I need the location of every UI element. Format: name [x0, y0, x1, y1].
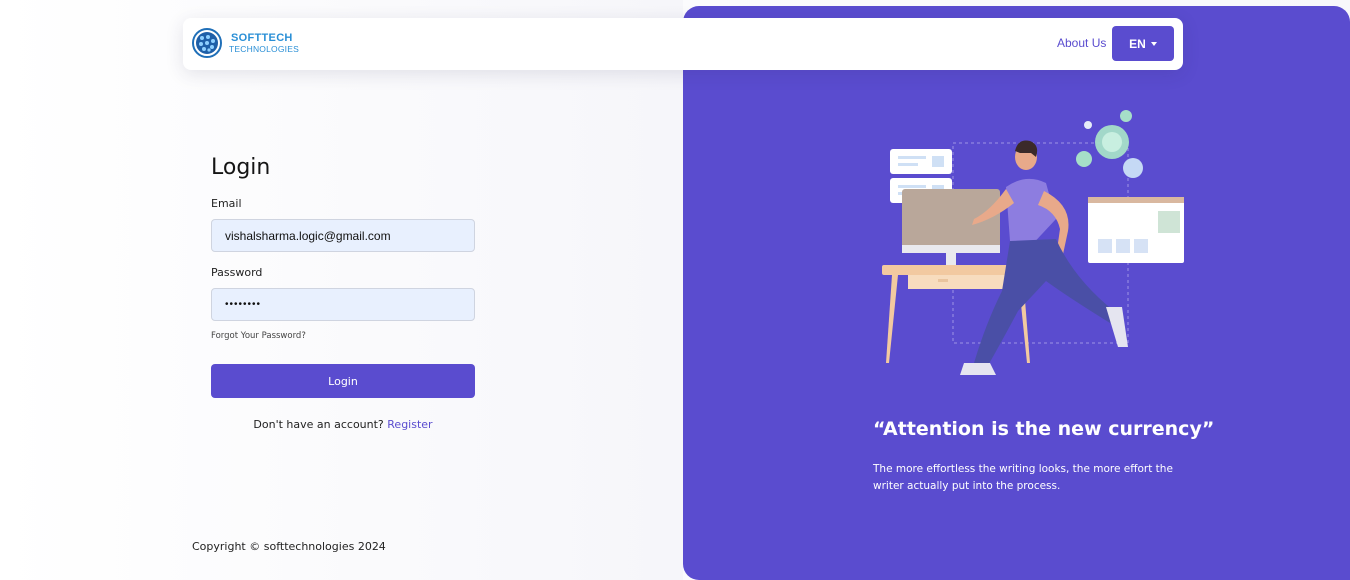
logo-wordmark: SOFTTECH [231, 32, 293, 44]
forgot-password-link[interactable]: Forgot Your Password? [211, 331, 306, 341]
promo-pane: “Attention is the new currency” The more… [683, 6, 1350, 580]
register-prompt: Don't have an account? Register [211, 418, 475, 431]
globe-dots-icon [192, 28, 222, 58]
register-link[interactable]: Register [387, 418, 432, 431]
brand-logo[interactable]: SOFTTECH TECHNOLOGIES [192, 28, 302, 59]
caret-down-icon [1150, 41, 1157, 46]
language-label: EN [1129, 36, 1146, 51]
password-label: Password [211, 266, 263, 279]
register-prompt-text: Don't have an account? [253, 418, 384, 431]
about-us-link[interactable]: About Us [1057, 36, 1106, 50]
copyright-text: Copyright © softtechnologies 2024 [192, 540, 386, 553]
login-button[interactable]: Login [211, 364, 475, 398]
logo-subtitle: TECHNOLOGIES [229, 44, 299, 54]
email-field[interactable] [211, 219, 475, 252]
email-label: Email [211, 197, 242, 210]
quote-body: The more effortless the writing looks, t… [873, 463, 1173, 492]
login-title: Login [211, 155, 271, 180]
password-field[interactable] [211, 288, 475, 321]
person-at-desk-illustration [882, 110, 1184, 375]
language-dropdown-button[interactable]: EN [1112, 26, 1174, 61]
top-navbar: SOFTTECH TECHNOLOGIES About Us EN [183, 18, 1183, 70]
quote-title: “Attention is the new currency” [873, 418, 1215, 440]
